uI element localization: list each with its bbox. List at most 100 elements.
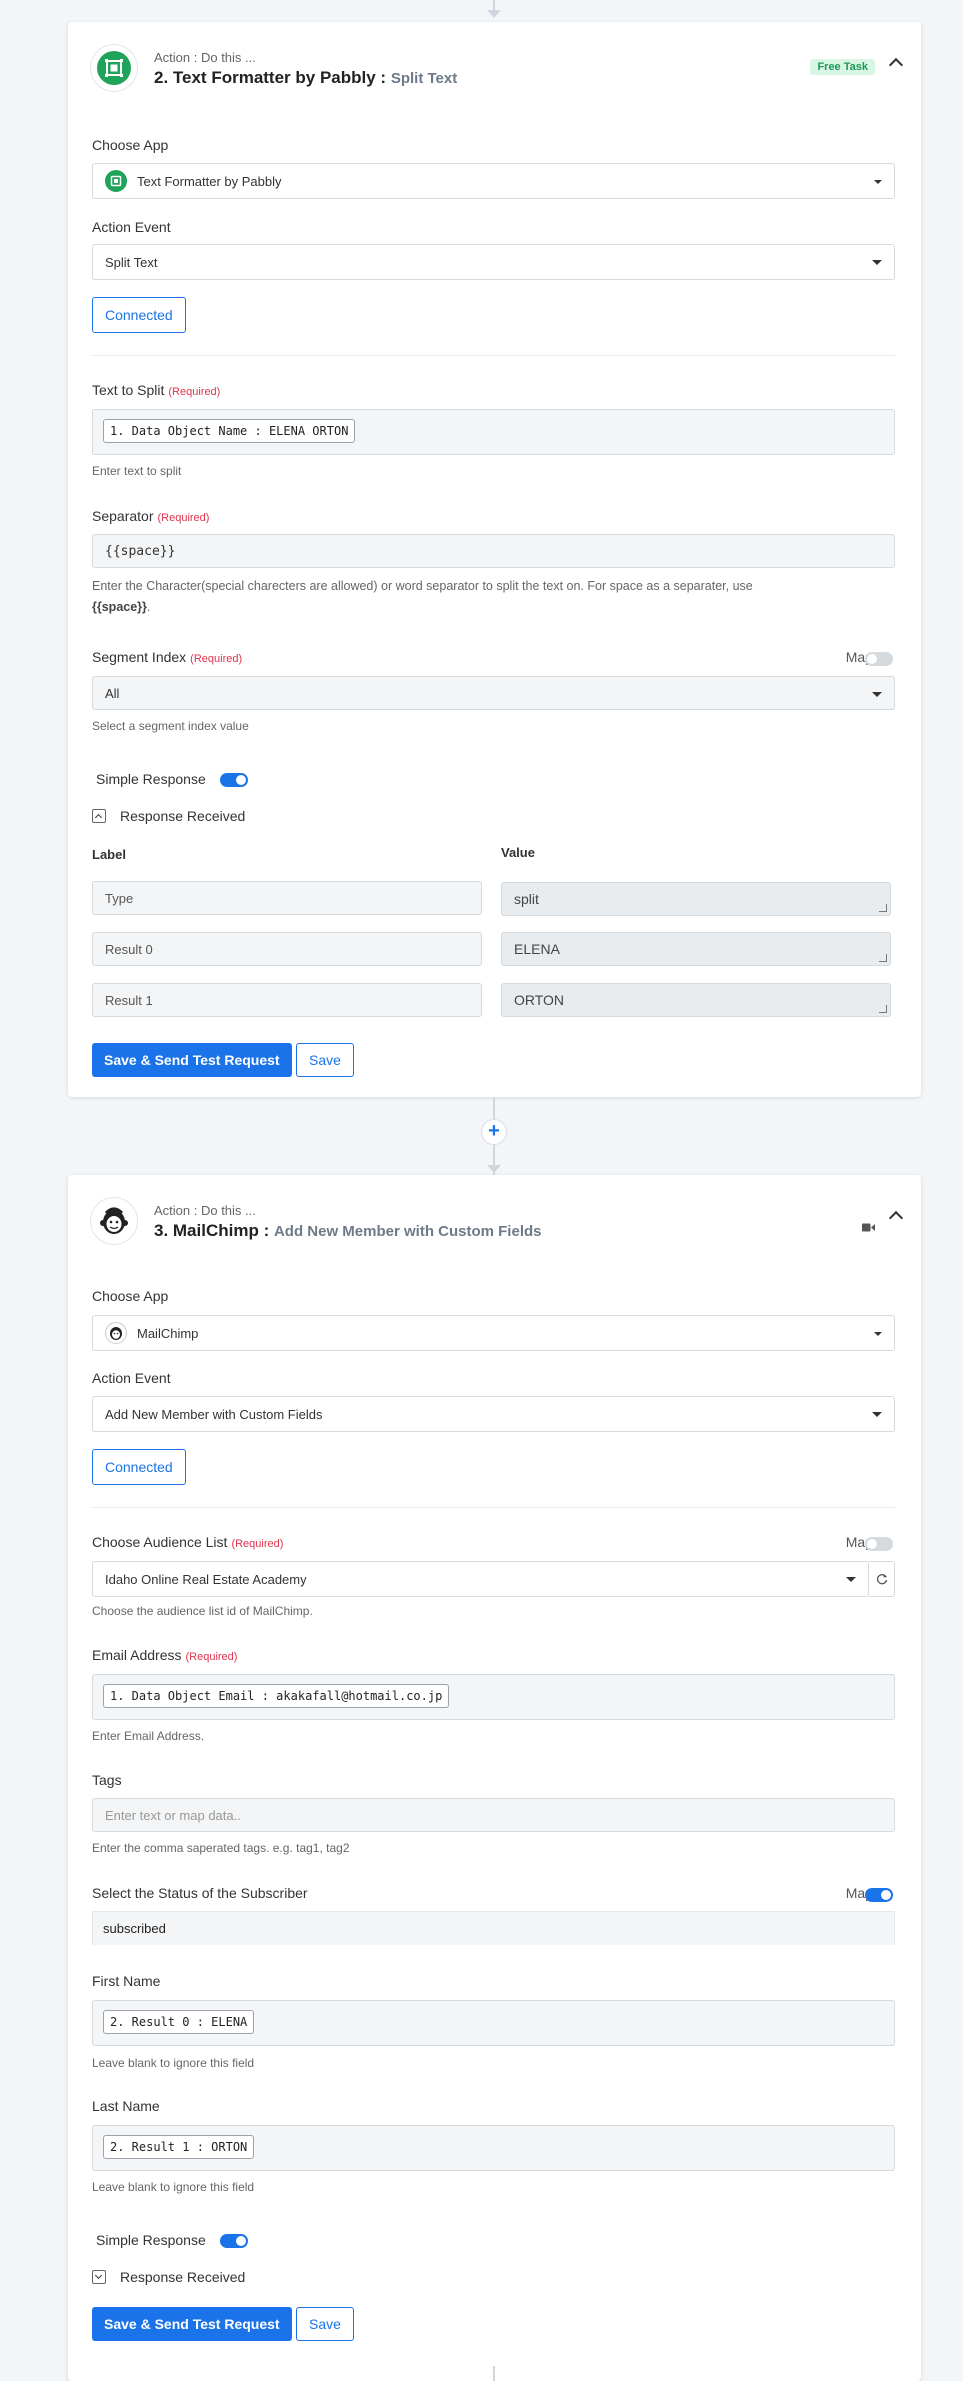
separator-value: {{space}} — [105, 543, 176, 559]
video-icon[interactable] — [862, 1219, 875, 1237]
save-button[interactable]: Save — [296, 2307, 354, 2341]
connector-line-bottom — [493, 2366, 495, 2381]
separator-help: Enter the Character(special charecters a… — [92, 576, 892, 618]
step-3-event-title: Add New Member with Custom Fields — [273, 1223, 542, 1240]
step-3-app-title: 3. MailChimp : — [154, 1221, 270, 1240]
step-2-app-title: 2. Text Formatter by Pabbly : — [154, 68, 387, 87]
choose-app-label: Choose App — [92, 1288, 169, 1304]
simple-response-label: Simple Response — [96, 771, 206, 787]
save-button[interactable]: Save — [296, 1043, 354, 1077]
audience-list-help: Choose the audience list id of MailChimp… — [92, 1604, 313, 1618]
connected-button[interactable]: Connected — [92, 297, 186, 333]
divider — [92, 1507, 895, 1508]
chevron-down-icon — [92, 2270, 106, 2284]
last-name-label: Last Name — [92, 2098, 160, 2114]
mapped-data-chip[interactable]: 2. Result 0 : ELENA — [103, 2010, 255, 2034]
first-name-field[interactable]: 2. Result 0 : ELENA — [92, 2000, 895, 2046]
response-label-field[interactable]: Type — [92, 881, 482, 915]
step-3-header[interactable]: Action : Do this ... 3. MailChimp : Add … — [68, 1175, 921, 1267]
action-event-label: Action Event — [92, 219, 171, 235]
step-3-card: Action : Do this ... 3. MailChimp : Add … — [68, 1175, 921, 2381]
connector-arrow — [487, 1165, 501, 1173]
status-input[interactable]: subscribed — [92, 1911, 895, 1945]
first-name-label: First Name — [92, 1973, 161, 1989]
tags-label: Tags — [92, 1772, 122, 1788]
map-toggle[interactable] — [865, 1888, 893, 1902]
separator-label: Separator (Required) — [92, 508, 209, 524]
action-event-value: Add New Member with Custom Fields — [105, 1406, 323, 1422]
response-value-field[interactable]: ELENA — [501, 932, 891, 966]
action-event-select[interactable]: Split Text — [92, 244, 895, 280]
response-label-field[interactable]: Result 1 — [92, 983, 482, 1017]
chevron-down-icon — [874, 1332, 882, 1336]
response-value-field[interactable]: split — [501, 882, 891, 916]
tags-placeholder: Enter text or map data.. — [105, 1807, 241, 1823]
simple-response-toggle[interactable] — [220, 2234, 248, 2248]
required-marker: (Required) — [168, 386, 221, 398]
text-to-split-field[interactable]: 1. Data Object Name : ELENA ORTON — [92, 409, 895, 455]
chevron-down-icon — [874, 180, 882, 184]
simple-response-toggle[interactable] — [220, 773, 248, 787]
chevron-up-icon[interactable] — [888, 1210, 904, 1226]
step-2-title: 2. Text Formatter by Pabbly : Split Text — [154, 68, 457, 88]
email-address-field[interactable]: 1. Data Object Email : akakafall@hotmail… — [92, 1674, 895, 1720]
audience-list-label-text: Choose Audience List — [92, 1534, 228, 1550]
response-received-toggle[interactable]: Response Received — [92, 808, 245, 824]
segment-index-value: All — [105, 685, 120, 701]
response-received-label: Response Received — [120, 2269, 246, 2285]
mailchimp-icon — [105, 1322, 127, 1344]
segment-index-label-text: Segment Index — [92, 649, 187, 665]
step-3-title: 3. MailChimp : Add New Member with Custo… — [154, 1221, 542, 1241]
step-3-heading: Action : Do this ... 3. MailChimp : Add … — [154, 1203, 542, 1241]
connected-button[interactable]: Connected — [92, 1449, 186, 1485]
mapped-data-chip[interactable]: 1. Data Object Email : akakafall@hotmail… — [103, 1684, 450, 1708]
email-address-help: Enter Email Address. — [92, 1729, 205, 1743]
status-label: Select the Status of the Subscriber — [92, 1885, 308, 1901]
last-name-help: Leave blank to ignore this field — [92, 2180, 255, 2194]
segment-index-label: Segment Index (Required) — [92, 649, 242, 665]
save-send-test-button[interactable]: Save & Send Test Request — [92, 1043, 292, 1077]
tags-input[interactable]: Enter text or map data.. — [92, 1798, 895, 1832]
response-label-field[interactable]: Result 0 — [92, 932, 482, 966]
chevron-down-icon — [872, 692, 882, 697]
separator-help-end: . — [146, 600, 151, 614]
separator-help-bold: {{space}} — [92, 600, 147, 614]
last-name-field[interactable]: 2. Result 1 : ORTON — [92, 2125, 895, 2171]
segment-index-select[interactable]: All — [92, 676, 895, 710]
step-2-header[interactable]: Action : Do this ... 2. Text Formatter b… — [68, 22, 921, 114]
text-to-split-label-text: Text to Split — [92, 382, 165, 398]
choose-app-select[interactable]: MailChimp — [92, 1315, 895, 1351]
email-address-label: Email Address (Required) — [92, 1647, 237, 1663]
response-value-field[interactable]: ORTON — [501, 983, 891, 1017]
action-event-value: Split Text — [105, 254, 158, 270]
separator-input[interactable]: {{space}} — [92, 534, 895, 568]
text-to-split-label: Text to Split (Required) — [92, 382, 220, 398]
refresh-icon[interactable] — [869, 1561, 895, 1597]
plus-icon[interactable]: + — [481, 1119, 507, 1145]
value-column-header: Value — [501, 845, 535, 860]
free-task-badge: Free Task — [810, 59, 875, 75]
separator-label-text: Separator — [92, 508, 154, 524]
required-marker: (Required) — [231, 1538, 284, 1550]
chevron-up-icon[interactable] — [888, 57, 904, 73]
map-toggle[interactable] — [865, 1537, 893, 1551]
action-event-select[interactable]: Add New Member with Custom Fields — [92, 1396, 895, 1432]
required-marker: (Required) — [157, 512, 210, 524]
mapped-data-chip[interactable]: 2. Result 1 : ORTON — [103, 2135, 255, 2159]
separator-help-text: Enter the Character(special charecters a… — [92, 579, 753, 593]
text-formatter-icon — [105, 170, 127, 192]
first-name-help: Leave blank to ignore this field — [92, 2056, 255, 2070]
tags-help: Enter the comma saperated tags. e.g. tag… — [92, 1841, 350, 1855]
save-send-test-button[interactable]: Save & Send Test Request — [92, 2307, 292, 2341]
divider — [92, 355, 895, 356]
audience-list-value: Idaho Online Real Estate Academy — [105, 1571, 307, 1587]
text-formatter-icon — [90, 44, 138, 92]
choose-app-value: MailChimp — [137, 1325, 199, 1341]
chevron-down-icon — [872, 1412, 882, 1417]
choose-app-select[interactable]: Text Formatter by Pabbly — [92, 163, 895, 199]
mapped-data-chip[interactable]: 1. Data Object Name : ELENA ORTON — [103, 419, 356, 443]
action-event-label: Action Event — [92, 1370, 171, 1386]
response-received-toggle[interactable]: Response Received — [92, 2269, 245, 2285]
audience-list-select[interactable]: Idaho Online Real Estate Academy — [92, 1561, 869, 1597]
map-toggle[interactable] — [865, 652, 893, 666]
